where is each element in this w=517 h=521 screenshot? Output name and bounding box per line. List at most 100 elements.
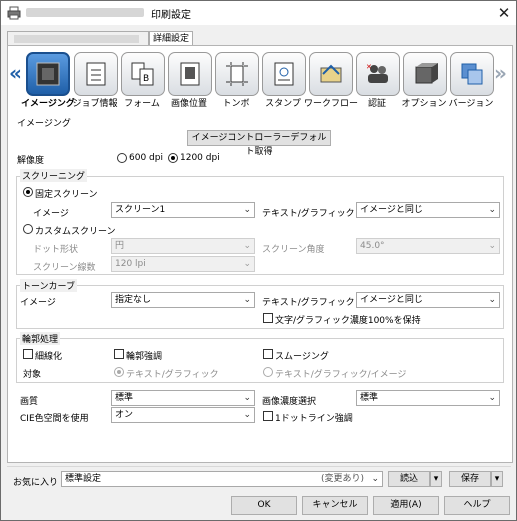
toolbar-image-position[interactable] bbox=[168, 52, 212, 96]
divider bbox=[7, 466, 511, 467]
edge-processing-label: 輪郭処理 bbox=[20, 332, 61, 345]
favorites-save-button[interactable]: 保存 bbox=[449, 471, 491, 487]
apply-button[interactable]: 適用(A) bbox=[373, 496, 439, 515]
screen-image-select[interactable]: スクリーン1 ⌄ bbox=[111, 202, 255, 218]
resolution-600-label: 600 dpi bbox=[129, 153, 163, 163]
fixed-screen-label: 固定スクリーン bbox=[35, 190, 98, 200]
screen-text-graphic-label: テキスト/グラフィック bbox=[262, 209, 355, 219]
toolbar-form[interactable]: B bbox=[121, 52, 165, 96]
favorites-load-button[interactable]: 読込 bbox=[388, 471, 430, 487]
resolution-600-radio[interactable] bbox=[117, 153, 127, 163]
density-label: 画像濃度選択 bbox=[262, 397, 317, 407]
title-bar: 印刷設定 ✕ bbox=[1, 1, 516, 25]
favorites-load-menu[interactable]: ▾ bbox=[430, 471, 442, 487]
scroll-left-icon[interactable]: « bbox=[9, 63, 22, 83]
screen-text-graphic-select[interactable]: イメージと同じ ⌄ bbox=[356, 202, 500, 218]
quality-select[interactable]: 標準 ⌄ bbox=[111, 390, 255, 406]
cancel-button[interactable]: キャンセル bbox=[302, 496, 368, 515]
toolbar-option[interactable] bbox=[403, 52, 447, 96]
job-info-icon bbox=[86, 62, 106, 86]
dot-shape-label: ドット形状 bbox=[33, 245, 79, 255]
edge-enhance-checkbox[interactable] bbox=[114, 349, 124, 359]
ok-button[interactable]: OK bbox=[231, 496, 297, 515]
tone-image-label: イメージ bbox=[20, 298, 56, 308]
resolution-1200-label: 1200 dpi bbox=[180, 153, 220, 163]
tab-advanced[interactable]: 詳細設定 bbox=[149, 31, 193, 46]
chevron-down-icon: ⌄ bbox=[243, 259, 251, 269]
favorites-changed: (変更あり) bbox=[320, 474, 364, 484]
chevron-down-icon: ⌄ bbox=[243, 393, 251, 403]
favorites-save-menu[interactable]: ▾ bbox=[491, 471, 503, 487]
edge-enhance-label: 輪郭強調 bbox=[126, 352, 163, 362]
toolbar-label-authentication: 認証 bbox=[367, 99, 386, 109]
chevron-down-icon: ⌄ bbox=[243, 295, 251, 305]
toolbar-imaging[interactable] bbox=[26, 52, 70, 96]
svg-text:✕: ✕ bbox=[366, 63, 372, 71]
toolbar-version[interactable] bbox=[450, 52, 494, 96]
crop-marks-icon bbox=[226, 62, 248, 86]
form-icon: B bbox=[131, 62, 154, 86]
custom-screen-label: カスタムスクリーン bbox=[35, 227, 116, 237]
favorites-select[interactable]: 標準設定 (変更あり) ⌄ bbox=[61, 471, 383, 487]
toolbar-label-form: フォーム bbox=[124, 99, 160, 109]
resolution-label: 解像度 bbox=[17, 156, 45, 166]
target-all-label: テキスト/グラフィック/イメージ bbox=[275, 370, 407, 380]
printer-name-blurred bbox=[26, 8, 144, 17]
screen-image-label: イメージ bbox=[33, 209, 69, 219]
workflow-icon bbox=[320, 64, 342, 83]
chevron-down-icon: ⌄ bbox=[488, 205, 496, 215]
custom-screen-radio[interactable] bbox=[23, 224, 33, 234]
toolbar-crop-marks[interactable] bbox=[215, 52, 259, 96]
chevron-down-icon: ⌄ bbox=[488, 295, 496, 305]
toolbar-label-workflow: ワークフロー bbox=[304, 99, 359, 109]
authentication-icon: ✕ bbox=[366, 63, 388, 83]
fixed-screen-radio[interactable] bbox=[23, 187, 33, 197]
screen-angle-select[interactable]: 45.0° ⌄ bbox=[356, 238, 500, 254]
toolbar-label-image-position: 画像位置 bbox=[170, 99, 207, 109]
option-icon bbox=[415, 63, 438, 84]
edge-processing-group bbox=[16, 338, 504, 383]
caret-down-icon: ▾ bbox=[433, 474, 439, 484]
toolbar-job-info[interactable] bbox=[74, 52, 118, 96]
imaging-icon bbox=[36, 62, 60, 86]
get-controller-default-button[interactable]: イメージコントローラーデフォルト取得 bbox=[187, 130, 331, 157]
target-text-graphic-radio[interactable] bbox=[114, 367, 124, 377]
chevron-down-icon: ⌄ bbox=[488, 393, 496, 403]
tone-image-select[interactable]: 指定なし ⌄ bbox=[111, 292, 255, 308]
toolbar-stamp[interactable] bbox=[262, 52, 306, 96]
close-icon[interactable]: ✕ bbox=[492, 1, 516, 25]
version-icon bbox=[461, 63, 483, 85]
tone-text-graphic-label: テキスト/グラフィック bbox=[262, 298, 355, 308]
density-select[interactable]: 標準 ⌄ bbox=[356, 390, 500, 406]
toolbar-label-version: バージョン bbox=[448, 99, 494, 109]
thin-line-checkbox[interactable] bbox=[23, 349, 33, 359]
toolbar-workflow[interactable] bbox=[309, 52, 353, 96]
cie-select[interactable]: オン ⌄ bbox=[111, 407, 255, 423]
cie-label: CIE色空間を使用 bbox=[20, 414, 89, 424]
dotline-checkbox[interactable] bbox=[263, 411, 273, 421]
resolution-1200-radio[interactable] bbox=[168, 153, 178, 163]
chevron-down-icon: ⌄ bbox=[488, 241, 496, 251]
keep-100-density-label: 文字/グラフィック濃度100%を保持 bbox=[275, 316, 421, 326]
tone-text-graphic-select[interactable]: イメージと同じ ⌄ bbox=[356, 292, 500, 308]
target-text-graphic-label: テキスト/グラフィック bbox=[126, 370, 219, 380]
help-button[interactable]: ヘルプ bbox=[444, 496, 510, 515]
chevron-down-icon: ⌄ bbox=[371, 474, 379, 484]
print-settings-window: 印刷設定 ✕ 詳細設定 « » B ✕ イメージング ジョブ情報 フォーム 画像… bbox=[0, 0, 517, 521]
edge-target-label: 対象 bbox=[23, 370, 42, 380]
screen-lines-select[interactable]: 120 lpi ⌄ bbox=[111, 256, 255, 272]
target-all-radio[interactable] bbox=[263, 367, 273, 377]
tab-printer[interactable] bbox=[7, 31, 149, 46]
printer-icon bbox=[7, 6, 21, 20]
keep-100-density-checkbox[interactable] bbox=[263, 313, 273, 323]
smoothing-checkbox[interactable] bbox=[263, 349, 273, 359]
smoothing-label: スムージング bbox=[275, 352, 329, 362]
scroll-right-icon[interactable]: » bbox=[494, 63, 507, 83]
toolbar-label-job-info: ジョブ情報 bbox=[72, 99, 118, 109]
stamp-icon bbox=[274, 62, 294, 86]
chevron-down-icon: ⌄ bbox=[243, 410, 251, 420]
dot-shape-select[interactable]: 円 ⌄ bbox=[111, 238, 255, 254]
image-position-icon bbox=[180, 62, 200, 86]
toolbar-label-option: オプション bbox=[401, 99, 447, 109]
toolbar-authentication[interactable]: ✕ bbox=[356, 52, 400, 96]
